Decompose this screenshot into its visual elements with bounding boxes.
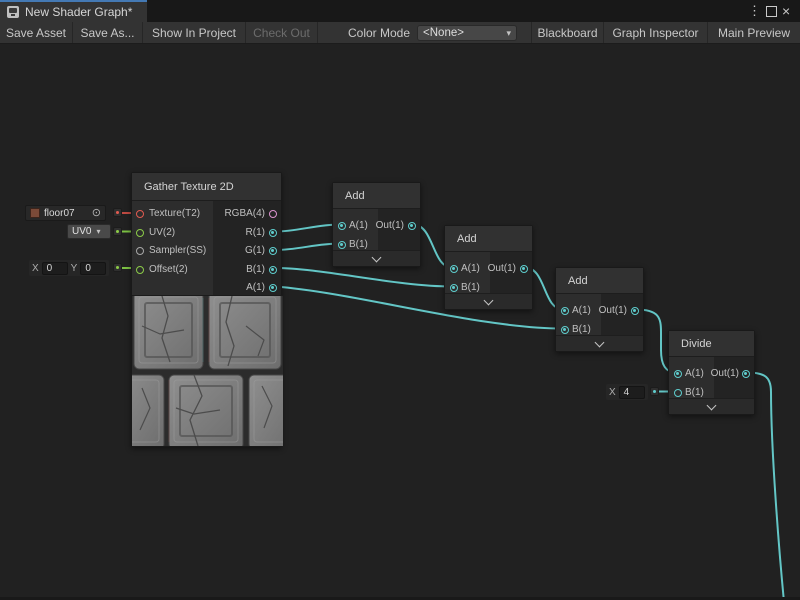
port-sampler-in[interactable] [136, 247, 144, 255]
chevron-down-icon [484, 295, 494, 305]
color-mode-value: <None> [423, 27, 502, 39]
port-a-in[interactable] [338, 222, 346, 230]
divide-b-input[interactable]: 4 [619, 386, 645, 399]
divide-b-field[interactable]: X 4 [606, 384, 648, 400]
preview-collapse-chevron[interactable] [333, 250, 420, 266]
inline-port-uv[interactable] [113, 227, 122, 236]
close-icon[interactable]: × [782, 0, 790, 22]
save-as-button[interactable]: Save As... [73, 22, 143, 43]
chevron-down-icon [595, 337, 605, 347]
port-label: A(1) [572, 304, 591, 317]
port-a-out[interactable] [269, 284, 277, 292]
uv-channel-value: UV0 [72, 226, 91, 237]
inline-port-divide-b[interactable] [650, 387, 659, 396]
port-label: B(1) [246, 263, 265, 276]
port-label: UV(2) [149, 226, 175, 239]
color-mode-dropdown[interactable]: <None> ▾ [417, 25, 517, 41]
node-preview-texture [132, 295, 283, 446]
port-label: Out(1) [711, 367, 739, 380]
x-label: X [32, 263, 39, 274]
port-b-in[interactable] [674, 389, 682, 397]
port-offset-in[interactable] [136, 266, 144, 274]
port-a-in[interactable] [561, 307, 569, 315]
chevron-down-icon [372, 252, 382, 262]
check-out-button: Check Out [246, 22, 318, 43]
chevron-down-icon: ▾ [96, 227, 100, 236]
node-add-2[interactable]: Add A(1) B(1) Out(1) [444, 225, 533, 310]
port-b-out[interactable] [269, 266, 277, 274]
chevron-down-icon [707, 400, 717, 410]
window-menu-icon[interactable]: ⋮ [748, 0, 761, 22]
port-b-in[interactable] [450, 284, 458, 292]
y-label: Y [71, 263, 78, 274]
node-title: Divide [681, 338, 712, 350]
graph-canvas[interactable] [0, 44, 800, 600]
node-gather-texture-2d[interactable]: Gather Texture 2D Texture(T2) UV(2) Samp… [131, 172, 282, 447]
chevron-down-icon: ▾ [507, 28, 512, 39]
port-label: Offset(2) [149, 263, 188, 276]
blackboard-button[interactable]: Blackboard [531, 22, 603, 43]
node-title: Gather Texture 2D [144, 181, 234, 193]
port-texture-in[interactable] [136, 210, 144, 218]
port-uv-in[interactable] [136, 229, 144, 237]
port-label: A(1) [246, 281, 265, 294]
graph-inspector-button[interactable]: Graph Inspector [603, 22, 707, 43]
port-label: A(1) [349, 219, 368, 232]
preview-collapse-chevron[interactable] [556, 335, 643, 351]
port-b-in[interactable] [338, 241, 346, 249]
save-asset-button[interactable]: Save Asset [0, 22, 73, 43]
port-label: Out(1) [488, 262, 516, 275]
tab-new-shader-graph[interactable]: New Shader Graph* [0, 0, 147, 22]
port-a-in[interactable] [674, 370, 682, 378]
texture-name: floor07 [44, 208, 75, 219]
node-title: Add [568, 275, 588, 287]
node-divide[interactable]: Divide A(1) B(1) Out(1) [668, 330, 755, 415]
maximize-icon[interactable] [766, 0, 777, 22]
port-label: Texture(T2) [149, 207, 200, 220]
port-label: RGBA(4) [224, 207, 265, 220]
inline-port-texture[interactable] [113, 208, 122, 217]
port-label: A(1) [685, 367, 704, 380]
uv-channel-dropdown[interactable]: UV0 ▾ [67, 224, 111, 239]
shader-graph-window: New Shader Graph* ⋮ × Save Asset Save As… [0, 0, 800, 600]
inline-port-offset[interactable] [113, 263, 122, 272]
port-out[interactable] [742, 370, 750, 378]
offset-y-input[interactable]: 0 [80, 262, 106, 275]
port-label: Sampler(SS) [149, 244, 206, 257]
port-label: A(1) [461, 262, 480, 275]
port-out[interactable] [520, 265, 528, 273]
tab-title: New Shader Graph* [25, 5, 132, 19]
port-out[interactable] [408, 222, 416, 230]
port-label: R(1) [246, 226, 265, 239]
show-in-project-button[interactable]: Show In Project [143, 22, 246, 43]
port-label: G(1) [245, 244, 265, 257]
preview-collapse-chevron[interactable] [669, 398, 754, 414]
port-r-out[interactable] [269, 229, 277, 237]
x-label: X [609, 387, 616, 398]
node-add-1[interactable]: Add A(1) B(1) Out(1) [332, 182, 421, 267]
port-g-out[interactable] [269, 247, 277, 255]
port-label: Out(1) [599, 304, 627, 317]
color-mode-label: Color Mode [348, 22, 410, 43]
port-b-in[interactable] [561, 326, 569, 334]
port-rgba-out[interactable] [269, 210, 277, 218]
node-title: Add [345, 190, 365, 202]
title-bar: New Shader Graph* ⋮ × [0, 0, 800, 22]
port-out[interactable] [631, 307, 639, 315]
toolbar: Save Asset Save As... Show In Project Ch… [0, 22, 800, 44]
preview-collapse-chevron[interactable] [445, 293, 532, 309]
node-add-3[interactable]: Add A(1) B(1) Out(1) [555, 267, 644, 352]
shader-graph-icon [7, 6, 19, 18]
offset-x-input[interactable]: 0 [42, 262, 68, 275]
node-title: Add [457, 233, 477, 245]
main-preview-button[interactable]: Main Preview [707, 22, 800, 43]
offset-vector2-field[interactable]: X 0 Y 0 [29, 260, 109, 276]
port-a-in[interactable] [450, 265, 458, 273]
texture-object-field[interactable]: floor07 ⊙ [25, 205, 106, 221]
texture-swatch [30, 208, 40, 218]
port-label: Out(1) [376, 219, 404, 232]
object-picker-icon[interactable]: ⊙ [92, 208, 101, 218]
